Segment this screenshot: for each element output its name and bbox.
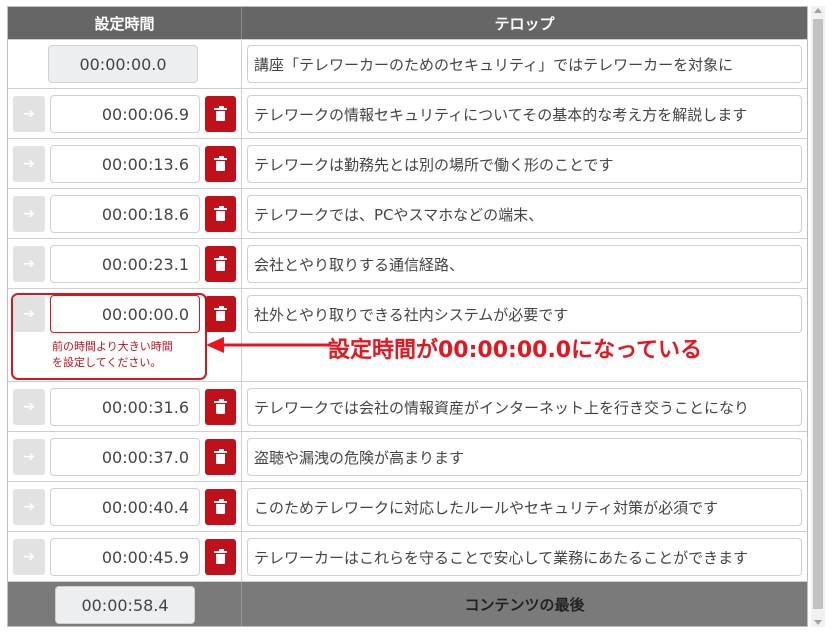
caption-input[interactable]: 盗聴や漏洩の危険が高まります: [247, 438, 802, 476]
arrow-right-icon[interactable]: ➔: [13, 96, 45, 132]
table-row: ➔ 00:00:23.1 会社とやり取りする通信経路、: [8, 238, 807, 288]
error-message: 前の時間より大きい時間 を設定してください。: [52, 340, 173, 369]
arrow-right-icon[interactable]: ➔: [13, 489, 45, 525]
caption-input[interactable]: テレワークでは会社の情報資産がインターネット上を行き交うことになり: [247, 388, 802, 426]
arrow-right-icon[interactable]: ➔: [13, 539, 45, 575]
delete-button[interactable]: [205, 389, 236, 425]
arrow-right-icon[interactable]: ➔: [13, 146, 45, 182]
time-input[interactable]: 00:00:45.9: [50, 538, 200, 576]
caption-input[interactable]: テレワークの情報セキュリティについてその基本的な考え方を解説します: [247, 95, 802, 133]
delete-button[interactable]: [205, 196, 236, 232]
delete-button[interactable]: [205, 489, 236, 525]
time-input[interactable]: 00:00:37.0: [50, 438, 200, 476]
time-field: 00:00:00.0: [48, 45, 198, 83]
annotation-arrow: [206, 337, 331, 353]
table-row: ➔ 00:00:45.9 テレワーカーはこれらを守ることで安心して業務にあたるこ…: [8, 531, 807, 581]
caption-input[interactable]: このためテレワークに対応したルールやセキュリティ対策が必須です: [247, 488, 802, 526]
trash-icon: [214, 398, 227, 414]
trash-icon: [214, 448, 227, 464]
table-row: ➔ 00:00:13.6 テレワークは勤務先とは別の場所で働く形のことです: [8, 138, 807, 188]
end-time-field: 00:00:58.4: [55, 586, 195, 624]
time-input[interactable]: 00:00:23.1: [50, 245, 200, 283]
trash-icon: [214, 155, 227, 171]
time-input[interactable]: 00:00:13.6: [50, 145, 200, 183]
caption-input[interactable]: テレワーカーはこれらを守ることで安心して業務にあたることができます: [247, 538, 802, 576]
arrow-right-icon[interactable]: ➔: [13, 246, 45, 282]
table-header: 設定時間 テロップ: [8, 7, 807, 39]
time-input[interactable]: 00:00:00.0: [50, 295, 200, 333]
trash-icon: [214, 305, 227, 321]
scroll-down-icon[interactable]: [814, 620, 822, 625]
time-input[interactable]: 00:00:06.9: [50, 95, 200, 133]
table-row: ➔ 00:00:40.4 このためテレワークに対応したルールやセキュリティ対策が…: [8, 481, 807, 531]
time-column-header: 設定時間: [8, 7, 242, 39]
time-input[interactable]: 00:00:40.4: [50, 488, 200, 526]
caption-column-header: テロップ: [494, 14, 555, 33]
caption-input[interactable]: テレワークは勤務先とは別の場所で働く形のことです: [247, 145, 802, 183]
caption-input[interactable]: 社外とやり取りできる社内システムが必要です: [247, 295, 802, 333]
arrow-right-icon[interactable]: ➔: [13, 389, 45, 425]
time-input[interactable]: 00:00:18.6: [50, 195, 200, 233]
scroll-up-icon[interactable]: [814, 8, 822, 13]
trash-icon: [214, 205, 227, 221]
annotation-text: 設定時間が00:00:00.0になっている: [328, 338, 703, 363]
caption-input[interactable]: 会社とやり取りする通信経路、: [247, 245, 802, 283]
delete-button[interactable]: [205, 96, 236, 132]
scrollbar-thumb[interactable]: [813, 19, 823, 609]
delete-button[interactable]: [205, 539, 236, 575]
arrow-right-icon[interactable]: ➔: [13, 439, 45, 475]
time-input[interactable]: 00:00:31.6: [50, 388, 200, 426]
arrow-right-icon[interactable]: ➔: [13, 296, 45, 332]
caption-input[interactable]: テレワークでは、PCやスマホなどの端末、: [247, 195, 802, 233]
arrow-right-icon[interactable]: ➔: [13, 196, 45, 232]
trash-icon: [214, 105, 227, 121]
delete-button[interactable]: [205, 246, 236, 282]
trash-icon: [214, 498, 227, 514]
table-row: ➔ 00:00:18.6 テレワークでは、PCやスマホなどの端末、: [8, 188, 807, 238]
table-row: ➔ 00:00:31.6 テレワークでは会社の情報資産がインターネット上を行き交…: [8, 381, 807, 431]
delete-button[interactable]: [205, 296, 236, 332]
delete-button[interactable]: [205, 146, 236, 182]
trash-icon: [214, 548, 227, 564]
caption-input[interactable]: 講座「テレワーカーのためのセキュリティ」ではテレワーカーを対象に: [247, 45, 802, 83]
table-footer: 00:00:58.4 コンテンツの最後: [8, 581, 807, 626]
table-row: 00:00:00.0 講座「テレワーカーのためのセキュリティ」ではテレワーカーを…: [8, 39, 807, 88]
end-label: コンテンツの最後: [464, 595, 585, 614]
table-row: ➔ 00:00:37.0 盗聴や漏洩の危険が高まります: [8, 431, 807, 481]
caption-table: 設定時間 テロップ 00:00:00.0 講座「テレワーカーのためのセキュリティ…: [7, 6, 808, 627]
table-row: ➔ 00:00:06.9 テレワークの情報セキュリティについてその基本的な考え方…: [8, 88, 807, 138]
scrollbar[interactable]: [811, 6, 825, 627]
trash-icon: [214, 255, 227, 271]
delete-button[interactable]: [205, 439, 236, 475]
